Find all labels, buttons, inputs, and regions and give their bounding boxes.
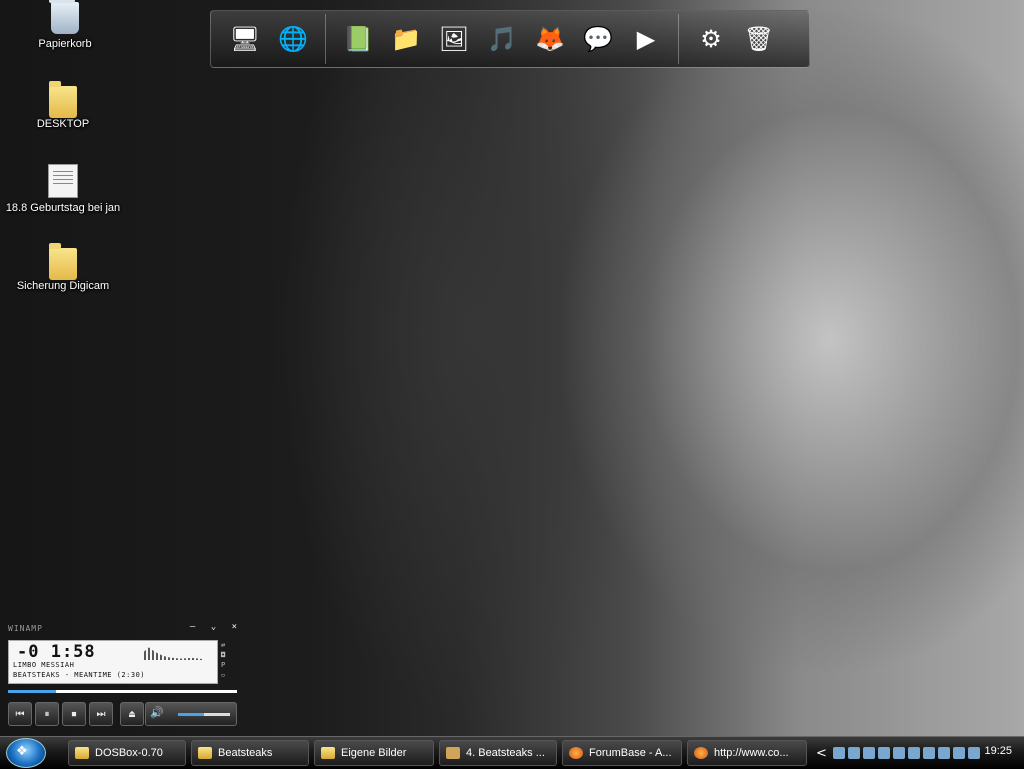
folder-icon xyxy=(321,747,335,759)
volume-icon[interactable] xyxy=(907,747,920,759)
volume-slider-fill xyxy=(178,713,204,716)
network-icon[interactable] xyxy=(847,747,860,759)
repeat-toggle[interactable]: ⇄ xyxy=(221,640,225,650)
seek-bar-fill xyxy=(8,690,57,693)
taskbar-item-label: DOSBox-0.70 xyxy=(95,747,163,759)
winamp-window-buttons: – ⌄ × xyxy=(180,622,237,632)
computer-icon[interactable]: 🖥 xyxy=(224,18,266,60)
messenger-icon[interactable]: 💬 xyxy=(577,18,619,60)
taskbar-item-eigene-bilder[interactable]: Eigene Bilder xyxy=(314,740,434,766)
stop-button[interactable]: ⏹ xyxy=(62,702,86,726)
firefox-icon xyxy=(569,747,583,759)
seek-bar[interactable] xyxy=(8,690,237,693)
music-folder-icon[interactable]: 🎵 xyxy=(481,18,523,60)
quick-launch-dock: 🖥 🌐 📗 📁 🖼 🎵 🦊 💬 ▶ ⚙ 🗑 xyxy=(210,10,810,68)
taskbar-item-dosbox[interactable]: DOSBox-0.70 xyxy=(68,740,186,766)
dock-separator xyxy=(325,14,326,64)
taskbar-item-beatsteaks-track[interactable]: 4. Beatsteaks ... xyxy=(439,740,557,766)
desktop-icon-birthday-document[interactable]: 18.8 Geburtstag bei jan xyxy=(0,164,128,214)
track-time[interactable]: -0 1:58 xyxy=(17,642,96,662)
tray-expand-icon[interactable]: < xyxy=(816,746,827,761)
folder-icon xyxy=(49,81,77,118)
security-shield-icon[interactable] xyxy=(937,747,950,759)
desktop-icon-label: Sicherung Digicam xyxy=(16,280,110,292)
playback-controls: ⏮ ⏸ ⏹ ⏭ ⏏ xyxy=(8,702,144,726)
previous-button[interactable]: ⏮ xyxy=(8,702,32,726)
app-icon xyxy=(446,747,460,759)
close-button[interactable]: × xyxy=(232,622,237,632)
eject-button[interactable]: ⏏ xyxy=(120,702,144,726)
next-button[interactable]: ⏭ xyxy=(89,702,113,726)
documents-folder-icon[interactable]: 📁 xyxy=(385,18,427,60)
desktop-icon-sicherung-digicam[interactable]: Sicherung Digicam xyxy=(0,243,128,292)
nvidia-icon[interactable] xyxy=(952,747,965,759)
windows-logo-icon: ❖ xyxy=(16,744,28,759)
shade-button[interactable]: ⌄ xyxy=(211,622,216,632)
taskbar: ❖ DOSBox-0.70 Beatsteaks Eigene Bilder 4… xyxy=(0,736,1024,769)
update-icon[interactable] xyxy=(967,747,980,759)
taskbar-item-label: Beatsteaks xyxy=(218,747,273,759)
minimize-button[interactable]: – xyxy=(190,622,195,632)
start-button[interactable]: ❖ xyxy=(6,738,46,768)
taskbar-item-label: Eigene Bilder xyxy=(341,747,407,759)
pause-button[interactable]: ⏸ xyxy=(35,702,59,726)
settings-gear-icon[interactable]: ⚙ xyxy=(690,18,732,60)
dock-separator xyxy=(678,14,679,64)
firefox-icon xyxy=(694,747,708,759)
winamp-side-controls: ⇄ ◘ P ▫ xyxy=(221,640,225,680)
desktop-icon-label: DESKTOP xyxy=(36,118,90,130)
steam-icon[interactable] xyxy=(832,747,845,759)
taskbar-item-label: http://www.co... xyxy=(714,747,789,759)
bluetooth-icon[interactable] xyxy=(862,747,875,759)
desktop-icon-label: Papierkorb xyxy=(38,38,92,50)
pictures-folder-icon[interactable]: 🖼 xyxy=(433,18,475,60)
folder-icon xyxy=(198,747,212,759)
eq-toggle[interactable]: ◘ xyxy=(221,650,225,660)
taskbar-item-label: ForumBase - A... xyxy=(589,747,672,759)
taskbar-item-browser-url[interactable]: http://www.co... xyxy=(687,740,807,766)
desktop-icon-desktop-folder[interactable]: DESKTOP xyxy=(0,81,128,130)
antivirus-icon[interactable] xyxy=(892,747,905,759)
desktop-icon-label: 18.8 Geburtstag bei jan xyxy=(5,202,121,214)
book-icon[interactable]: 📗 xyxy=(337,18,379,60)
recycle-bin-icon xyxy=(49,0,79,34)
mini-toggle[interactable]: ▫ xyxy=(221,670,225,680)
text-document-icon xyxy=(48,164,78,198)
volume-control[interactable]: 🔊 xyxy=(145,702,237,726)
system-clock[interactable]: 19:25 xyxy=(984,745,1012,757)
winamp-title: WINAMP xyxy=(8,624,43,633)
network-icon[interactable]: 🌐 xyxy=(272,18,314,60)
taskbar-item-forumbase[interactable]: ForumBase - A... xyxy=(562,740,682,766)
playlist-toggle[interactable]: P xyxy=(221,660,225,670)
desktop-icon-recycle-bin[interactable]: Papierkorb xyxy=(0,0,130,50)
speaker-icon[interactable]: 🔊 xyxy=(150,706,164,719)
messenger-tray-icon[interactable] xyxy=(922,747,935,759)
folder-icon xyxy=(49,243,77,280)
media-player-icon[interactable]: ▶ xyxy=(625,18,667,60)
winamp-display: -0 1:58 LIMBO MESSIAH BEATSTEAKS - MEANT… xyxy=(8,640,218,684)
volume-slider[interactable] xyxy=(178,713,230,716)
taskbar-item-beatsteaks[interactable]: Beatsteaks xyxy=(191,740,309,766)
track-title: LIMBO MESSIAH xyxy=(13,661,75,669)
firefox-icon[interactable]: 🦊 xyxy=(529,18,571,60)
folder-icon xyxy=(75,747,89,759)
winamp-player: WINAMP – ⌄ × -0 1:58 LIMBO MESSIAH BEATS… xyxy=(5,622,239,734)
visualizer[interactable] xyxy=(144,647,204,660)
recycle-bin-icon[interactable]: 🗑 xyxy=(738,18,780,60)
display-icon[interactable] xyxy=(877,747,890,759)
taskbar-item-label: 4. Beatsteaks ... xyxy=(466,747,545,759)
track-artist: BEATSTEAKS - MEANTIME (2:30) xyxy=(13,671,146,679)
